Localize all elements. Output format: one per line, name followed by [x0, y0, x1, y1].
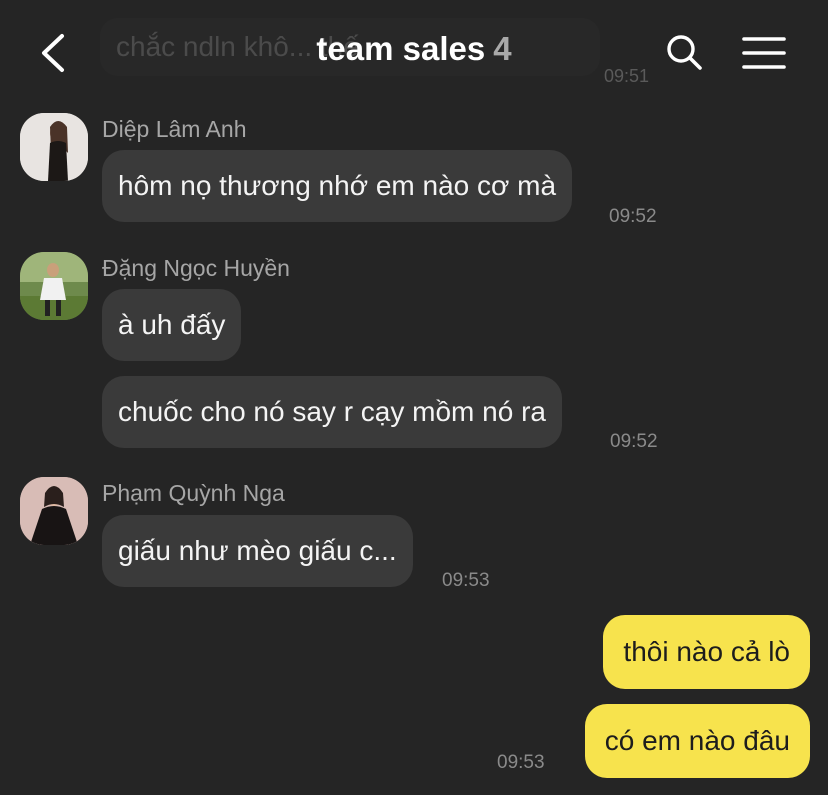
message-time: 09:52 — [609, 206, 657, 227]
sender-name: Đặng Ngọc Huyền — [102, 255, 290, 281]
group-name: team sales — [316, 30, 486, 67]
sender-name: Diệp Lâm Anh — [102, 116, 247, 142]
menu-button[interactable] — [742, 36, 786, 70]
search-icon — [667, 35, 702, 70]
sender-name: Phạm Quỳnh Nga — [102, 480, 285, 506]
avatar-pham-quynh-nga[interactable] — [20, 477, 88, 545]
menu-icon — [742, 37, 786, 69]
search-button[interactable] — [664, 32, 704, 72]
my-message-time: 09:53 — [497, 752, 545, 773]
member-count: 4 — [493, 30, 512, 67]
avatar-photo — [20, 477, 88, 545]
message-bubble[interactable]: hôm nọ thương nhớ em nào cơ mà — [102, 150, 573, 222]
message-bubble[interactable]: chuốc cho nó say r cạy mồm nó ra — [102, 376, 562, 448]
message-bubble[interactable]: giấu như mèo giấu c... — [102, 515, 413, 587]
message-bubble[interactable]: à uh đấy — [102, 289, 242, 361]
scrolled-message-time: 09:51 — [604, 66, 650, 86]
avatar-diep-lam-anh[interactable] — [20, 113, 88, 181]
my-message-bubble[interactable]: có em nào đâu — [584, 704, 810, 778]
avatar-photo — [20, 113, 88, 181]
chat-header: chắc ndln khô... thế 09:51 team sales 4 — [0, 0, 828, 104]
message-time: 09:53 — [442, 570, 490, 591]
my-message-bubble[interactable]: thôi nào cả lò — [603, 615, 810, 689]
avatar-photo — [20, 252, 88, 320]
avatar-dang-ngoc-huyen[interactable] — [20, 252, 88, 320]
message-time: 09:52 — [610, 431, 658, 452]
